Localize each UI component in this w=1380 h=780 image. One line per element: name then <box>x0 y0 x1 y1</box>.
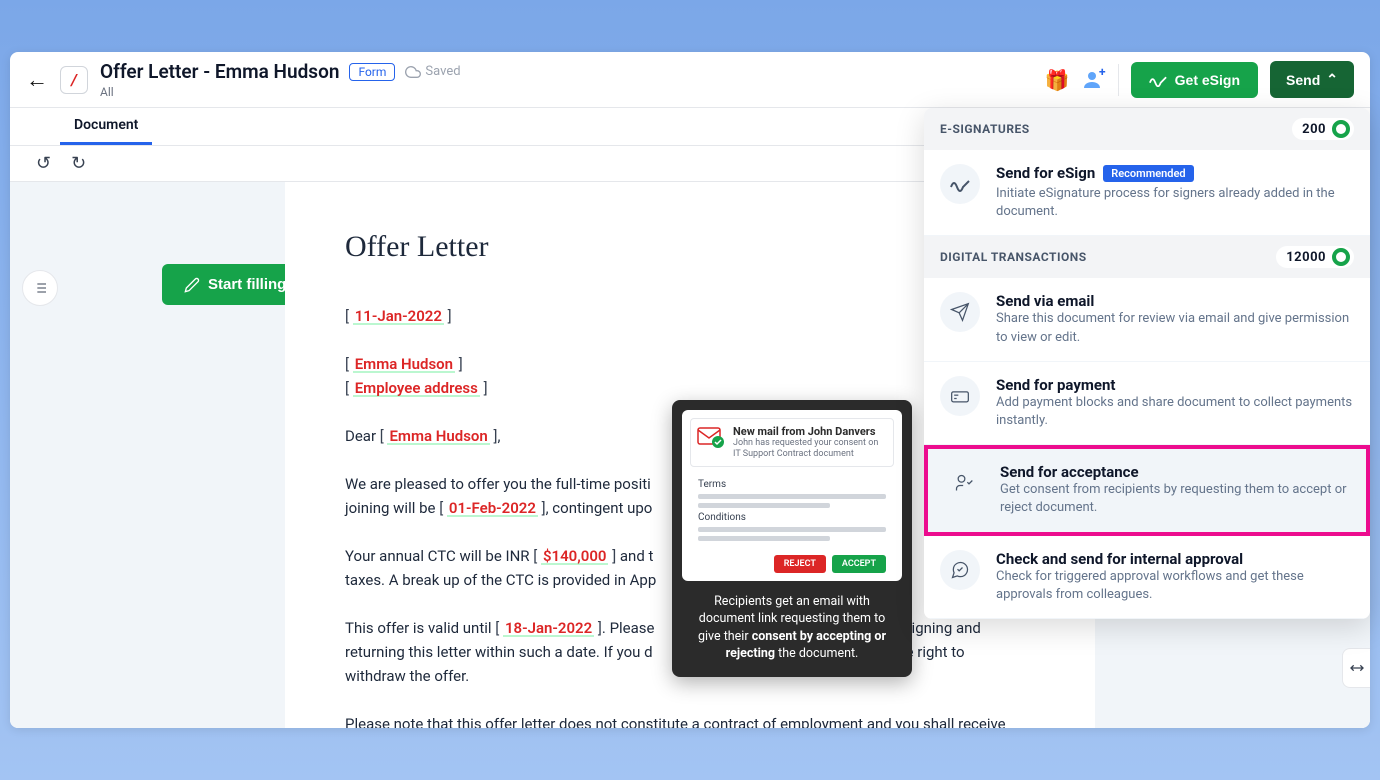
send-dropdown: E-SIGNATURES 200 Send for eSign Recommen… <box>924 108 1370 619</box>
breadcrumb[interactable]: All <box>100 85 1033 99</box>
mail-from-title: New mail from John Danvers <box>733 425 887 438</box>
field-ctc[interactable]: $140,000 <box>541 547 609 565</box>
document-title: Offer Letter - Emma Hudson <box>100 60 339 83</box>
item-desc: Check for triggered approval workflows a… <box>996 568 1354 604</box>
envelope-icon <box>697 425 725 453</box>
cloud-icon <box>405 64 421 80</box>
mini-reject-button: REJECT <box>774 555 826 573</box>
send-via-email-item[interactable]: Send via email Share this document for r… <box>924 278 1370 361</box>
outline-toggle-button[interactable] <box>22 270 58 306</box>
top-bar: ← / Offer Letter - Emma Hudson Form Save… <box>10 52 1370 108</box>
message-check-icon <box>940 550 980 590</box>
digital-transactions-header: DIGITAL TRANSACTIONS 12000 <box>924 236 1370 278</box>
get-esign-button[interactable]: Get eSign <box>1131 62 1258 98</box>
send-for-esign-item[interactable]: Send for eSign Recommended Initiate eSig… <box>924 150 1370 236</box>
document-type-icon: / <box>60 66 88 94</box>
start-filling-label: Start filling <box>208 276 286 293</box>
chevron-up-icon: ⌃ <box>1326 71 1338 88</box>
swap-icon <box>1349 660 1365 676</box>
pencil-icon <box>184 277 200 293</box>
mail-preview-header: New mail from John Danvers John has requ… <box>690 418 894 467</box>
tooltip-preview: New mail from John Danvers John has requ… <box>682 410 902 581</box>
field-join-date[interactable]: 01-Feb-2022 <box>447 499 538 517</box>
internal-approval-item[interactable]: Check and send for internal approval Che… <box>924 536 1370 619</box>
signature-icon <box>940 164 980 204</box>
user-check-icon <box>944 463 984 503</box>
tooltip-description: Recipients get an email with document li… <box>682 591 902 667</box>
field-salutation-name[interactable]: Emma Hudson <box>387 427 489 445</box>
paper-plane-icon <box>940 292 980 332</box>
form-badge: Form <box>349 63 395 81</box>
para-note: Please note that this offer letter does … <box>345 712 1035 728</box>
field-emp-address[interactable]: Employee address <box>353 379 480 397</box>
list-icon <box>32 280 48 296</box>
esignatures-count: 200 <box>1292 118 1354 140</box>
top-actions: 🎁 + Get eSign Send ⌃ <box>1045 61 1354 98</box>
user-add-icon[interactable]: + <box>1082 68 1106 92</box>
field-valid-date[interactable]: 18-Jan-2022 <box>503 619 594 637</box>
field-date[interactable]: 11-Jan-2022 <box>353 307 444 325</box>
item-title: Send for eSign <box>996 164 1095 182</box>
digital-transactions-count: 12000 <box>1276 246 1354 268</box>
send-label: Send <box>1286 72 1320 88</box>
send-button[interactable]: Send ⌃ <box>1270 61 1354 98</box>
get-esign-label: Get eSign <box>1175 72 1240 88</box>
gift-icon[interactable]: 🎁 <box>1045 68 1070 92</box>
terms-label: Terms <box>698 479 886 490</box>
item-title: Send for acceptance <box>1000 463 1350 481</box>
back-arrow-icon[interactable]: ← <box>26 67 48 93</box>
saved-status: Saved <box>405 64 460 80</box>
send-for-acceptance-item[interactable]: Send for acceptance Get consent from rec… <box>924 445 1370 535</box>
mail-sub: John has requested your consent on IT Su… <box>733 438 887 460</box>
item-desc: Share this document for review via email… <box>996 310 1354 346</box>
mini-buttons: REJECT ACCEPT <box>690 555 894 573</box>
expand-sidebar-button[interactable] <box>1342 648 1370 688</box>
status-dot-icon <box>1332 248 1350 266</box>
tab-document[interactable]: Document <box>60 108 152 145</box>
item-desc: Initiate eSignature process for signers … <box>996 185 1354 221</box>
payment-icon <box>940 376 980 416</box>
field-emp-name[interactable]: Emma Hudson <box>353 355 455 373</box>
item-title: Send for payment <box>996 376 1354 394</box>
item-title: Send via email <box>996 292 1354 310</box>
svg-text:+: + <box>1099 68 1106 79</box>
saved-text: Saved <box>425 64 460 79</box>
mini-accept-button: ACCEPT <box>832 555 886 573</box>
item-title: Check and send for internal approval <box>996 550 1354 568</box>
divider <box>1118 64 1119 96</box>
send-for-payment-item[interactable]: Send for payment Add payment blocks and … <box>924 362 1370 445</box>
item-desc: Add payment blocks and share document to… <box>996 394 1354 430</box>
conditions-label: Conditions <box>698 512 886 523</box>
redo-icon[interactable]: ↻ <box>71 153 86 174</box>
undo-icon[interactable]: ↺ <box>36 153 51 174</box>
acceptance-tooltip: New mail from John Danvers John has requ… <box>672 400 912 677</box>
esignatures-header: E-SIGNATURES 200 <box>924 108 1370 150</box>
item-desc: Get consent from recipients by requestin… <box>1000 481 1350 517</box>
status-dot-icon <box>1332 120 1350 138</box>
recommended-badge: Recommended <box>1103 165 1193 182</box>
digital-transactions-label: DIGITAL TRANSACTIONS <box>940 250 1087 264</box>
esignatures-label: E-SIGNATURES <box>940 122 1030 136</box>
signature-icon <box>1149 73 1167 87</box>
title-block: Offer Letter - Emma Hudson Form Saved Al… <box>100 60 1033 99</box>
terms-block: Terms Conditions <box>690 475 894 549</box>
